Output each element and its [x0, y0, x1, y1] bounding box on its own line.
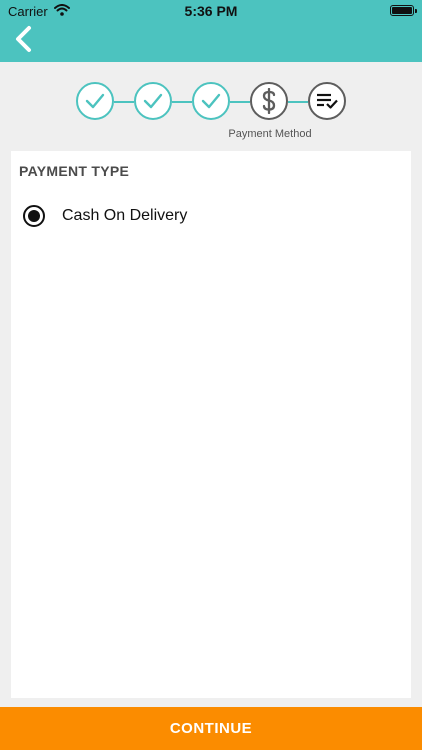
payment-option-label: Cash On Delivery — [62, 207, 188, 224]
step-1-completed — [76, 82, 114, 120]
step-3-completed — [192, 82, 230, 120]
section-title-payment-type: PAYMENT TYPE — [19, 163, 130, 179]
step-5-review — [308, 82, 346, 120]
payment-option-cash-on-delivery[interactable]: Cash On Delivery — [23, 203, 187, 229]
app-header: Carrier 5:36 PM — [0, 0, 422, 62]
status-time: 5:36 PM — [184, 3, 238, 19]
step-connector — [230, 101, 250, 103]
step-4-payment — [250, 82, 288, 120]
list-check-icon — [317, 93, 338, 109]
dollar-icon — [262, 88, 276, 114]
radio-button-selected[interactable] — [23, 205, 45, 227]
chevron-left-icon — [16, 26, 31, 52]
continue-button[interactable]: CONTINUE — [0, 707, 422, 750]
check-icon — [143, 93, 163, 109]
step-connector — [172, 101, 192, 103]
step-connector — [288, 101, 308, 103]
check-icon — [201, 93, 221, 109]
step-2-completed — [134, 82, 172, 120]
step-label-payment-method: Payment Method — [228, 128, 312, 140]
back-button[interactable] — [10, 24, 38, 54]
status-bar: Carrier 5:36 PM — [0, 0, 422, 22]
payment-card: PAYMENT TYPE Cash On Delivery — [11, 151, 411, 698]
step-connector — [114, 101, 134, 103]
check-icon — [85, 93, 105, 109]
battery-icon — [390, 5, 417, 16]
